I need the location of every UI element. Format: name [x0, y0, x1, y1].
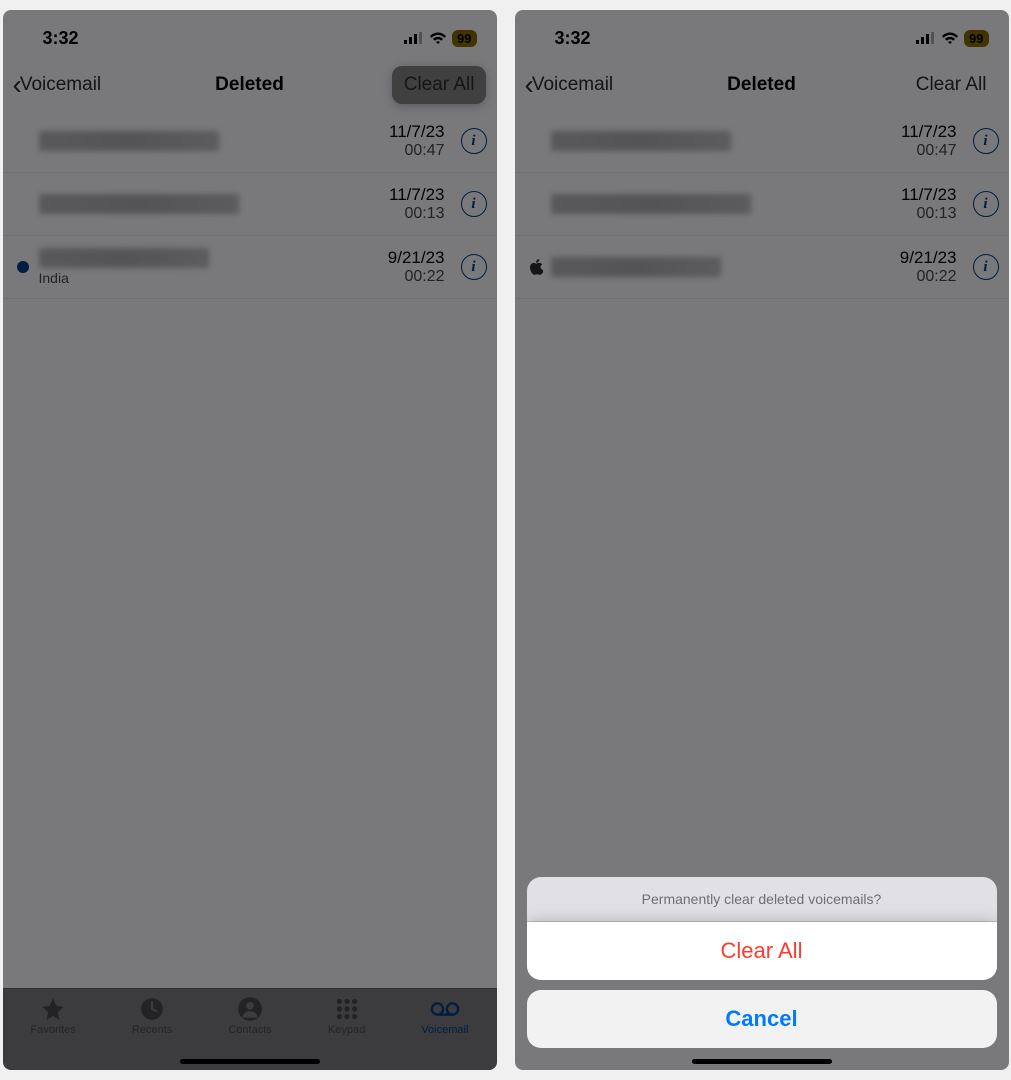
voicemail-date: 11/7/23	[389, 185, 444, 205]
redacted-name	[551, 131, 731, 151]
voicemail-row[interactable]: 9/21/23 00:22 i	[515, 236, 1009, 299]
info-icon[interactable]: i	[973, 191, 999, 217]
battery-indicator: 99	[452, 30, 476, 47]
tab-label: Favorites	[31, 1024, 76, 1036]
voicemail-list: 11/7/23 00:47 i 11/7/23 00:13 i	[3, 110, 497, 988]
voicemail-duration: 00:22	[900, 268, 957, 286]
voicemail-date: 11/7/23	[901, 185, 956, 205]
tab-label: Keypad	[328, 1024, 365, 1036]
wifi-icon	[429, 32, 447, 45]
voicemail-duration: 00:22	[388, 268, 445, 286]
tab-keypad[interactable]: Keypad	[328, 995, 365, 1036]
person-icon	[235, 995, 265, 1023]
back-button[interactable]: ‹ Voicemail	[13, 74, 102, 96]
navigation-bar: ‹ Voicemail Deleted Clear All	[515, 60, 1009, 110]
tab-voicemail[interactable]: Voicemail	[421, 995, 468, 1036]
redacted-name	[551, 257, 721, 277]
voicemail-duration: 00:13	[389, 205, 444, 223]
voicemail-subtitle: India	[39, 270, 380, 286]
keypad-icon	[332, 995, 362, 1023]
status-bar: 3:32 99	[3, 10, 497, 60]
unread-dot	[17, 261, 29, 273]
clear-all-button[interactable]: Clear All	[392, 66, 487, 104]
wifi-icon	[941, 32, 959, 45]
back-label: Voicemail	[532, 74, 613, 96]
unread-dot	[17, 135, 29, 147]
action-sheet-message: Permanently clear deleted voicemails?	[527, 877, 997, 922]
cellular-signal-icon	[404, 32, 424, 44]
tab-label: Voicemail	[421, 1024, 468, 1036]
unread-dot	[529, 135, 541, 147]
cancel-button[interactable]: Cancel	[527, 990, 997, 1048]
redacted-name	[39, 194, 239, 214]
status-bar: 3:32 99	[515, 10, 1009, 60]
page-title: Deleted	[727, 74, 796, 96]
voicemail-row[interactable]: 11/7/23 00:13 i	[515, 173, 1009, 236]
tab-label: Contacts	[228, 1024, 271, 1036]
voicemail-row[interactable]: 11/7/23 00:13 i	[3, 173, 497, 236]
home-indicator[interactable]	[692, 1059, 832, 1064]
cellular-signal-icon	[916, 32, 936, 44]
voicemail-date: 9/21/23	[900, 248, 957, 268]
navigation-bar: ‹ Voicemail Deleted Clear All	[3, 60, 497, 110]
home-indicator[interactable]	[180, 1059, 320, 1064]
phone-left-deleted-voicemail: 3:32 99 ‹ Voicemail Deleted Clear Al	[3, 10, 497, 1070]
voicemail-date: 9/21/23	[388, 248, 445, 268]
unread-dot	[529, 198, 541, 210]
voicemail-duration: 00:13	[901, 205, 956, 223]
phone-right-clear-confirmation: 3:32 99 ‹ Voicemail Deleted Clear Al	[515, 10, 1009, 1070]
voicemail-row[interactable]: 11/7/23 00:47 i	[515, 110, 1009, 173]
redacted-name	[39, 131, 219, 151]
voicemail-duration: 00:47	[901, 142, 956, 160]
clock-icon	[137, 995, 167, 1023]
voicemail-row[interactable]: 11/7/23 00:47 i	[3, 110, 497, 173]
info-icon[interactable]: i	[973, 128, 999, 154]
voicemail-date: 11/7/23	[901, 122, 956, 142]
apple-icon	[529, 259, 543, 275]
tab-recents[interactable]: Recents	[132, 995, 172, 1036]
page-title: Deleted	[215, 74, 284, 96]
star-icon	[38, 995, 68, 1023]
back-label: Voicemail	[20, 74, 101, 96]
action-sheet: Permanently clear deleted voicemails? Cl…	[527, 877, 997, 1048]
tab-bar: Favorites Recents Contacts Keypad Voicem…	[3, 988, 497, 1070]
redacted-name	[39, 248, 209, 268]
status-time: 3:32	[555, 28, 591, 49]
info-icon[interactable]: i	[461, 254, 487, 280]
tab-label: Recents	[132, 1024, 172, 1036]
voicemail-duration: 00:47	[389, 142, 444, 160]
redacted-name	[551, 194, 751, 214]
info-icon[interactable]: i	[461, 128, 487, 154]
clear-all-button[interactable]: Clear All	[904, 66, 999, 104]
tab-contacts[interactable]: Contacts	[228, 995, 271, 1036]
clear-all-confirm-button[interactable]: Clear All	[527, 922, 997, 980]
unread-dot	[17, 198, 29, 210]
back-button[interactable]: ‹ Voicemail	[525, 74, 614, 96]
voicemail-icon	[430, 995, 460, 1023]
status-time: 3:32	[43, 28, 79, 49]
info-icon[interactable]: i	[461, 191, 487, 217]
info-icon[interactable]: i	[973, 254, 999, 280]
tab-favorites[interactable]: Favorites	[31, 995, 76, 1036]
voicemail-date: 11/7/23	[389, 122, 444, 142]
battery-indicator: 99	[964, 30, 988, 47]
voicemail-row[interactable]: India 9/21/23 00:22 i	[3, 236, 497, 299]
